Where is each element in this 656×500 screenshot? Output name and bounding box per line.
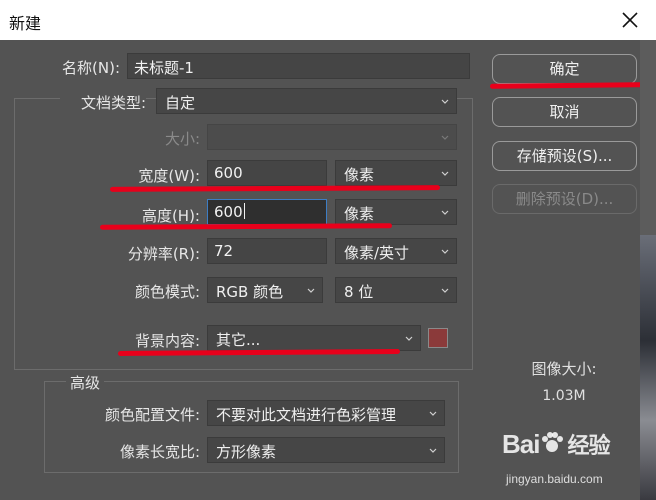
- background-photo: [640, 235, 656, 500]
- chevron-down-icon: [441, 210, 449, 215]
- chevron-down-icon: [441, 99, 449, 104]
- color-mode-value: RGB 颜色: [216, 283, 284, 301]
- advanced-title: 高级: [66, 372, 105, 393]
- title-bar: 新建: [0, 0, 656, 40]
- chevron-down-icon: [307, 288, 315, 293]
- chevron-down-icon: [441, 288, 449, 293]
- color-mode-label: 颜色模式:: [134, 283, 200, 301]
- color-profile-select[interactable]: 不要对此文档进行色彩管理: [207, 400, 445, 426]
- doc-type-label: 文档类型:: [60, 92, 146, 113]
- close-icon[interactable]: [620, 8, 640, 32]
- watermark-brand: Bai 经验: [502, 429, 610, 459]
- ok-button[interactable]: 确定: [492, 54, 637, 84]
- doc-type-select[interactable]: 自定: [156, 88, 457, 114]
- height-input[interactable]: 600: [207, 199, 327, 225]
- color-profile-label: 颜色配置文件:: [104, 406, 200, 424]
- size-label: 大小:: [164, 130, 200, 148]
- height-unit-select[interactable]: 像素: [335, 199, 457, 225]
- name-label: 名称(N):: [62, 59, 120, 77]
- pixel-aspect-label: 像素长宽比:: [119, 443, 200, 461]
- chevron-down-icon: [429, 411, 437, 416]
- name-input[interactable]: 未标题-1: [127, 53, 470, 79]
- color-profile-value: 不要对此文档进行色彩管理: [216, 406, 397, 424]
- cancel-button[interactable]: 取消: [492, 97, 637, 127]
- resolution-input[interactable]: 72: [207, 238, 327, 264]
- width-input[interactable]: 600: [207, 160, 327, 186]
- height-label: 高度(H):: [141, 207, 200, 225]
- background-label: 背景内容:: [134, 332, 200, 350]
- background-value: 其它...: [216, 331, 261, 349]
- height-unit-value: 像素: [344, 205, 375, 223]
- size-select: [207, 124, 457, 150]
- chevron-down-icon: [429, 448, 437, 453]
- resolution-unit-value: 像素/英寸: [344, 244, 410, 262]
- image-size-value: 1.03M: [542, 388, 586, 404]
- resolution-label: 分辨率(R):: [127, 245, 200, 263]
- chevron-down-icon: [405, 336, 413, 341]
- color-mode-select[interactable]: RGB 颜色: [207, 277, 323, 303]
- chevron-down-icon: [441, 249, 449, 254]
- pixel-aspect-value: 方形像素: [216, 443, 277, 461]
- watermark-url: jingyan.baidu.com: [506, 472, 603, 486]
- baidu-watermark: Bai 经验 jingyan.baidu.com: [498, 422, 638, 494]
- delete-preset-button: 删除预设(D)...: [492, 184, 637, 214]
- width-unit-select[interactable]: 像素: [335, 160, 457, 186]
- pixel-aspect-select[interactable]: 方形像素: [207, 437, 445, 463]
- chevron-down-icon: [441, 135, 449, 140]
- bit-depth-select[interactable]: 8 位: [335, 277, 457, 303]
- background-color-swatch[interactable]: [428, 328, 448, 348]
- window-title: 新建: [9, 14, 42, 33]
- save-preset-button[interactable]: 存储预设(S)...: [492, 141, 637, 171]
- bit-depth-value: 8 位: [344, 283, 374, 301]
- text-cursor: [243, 203, 245, 219]
- chevron-down-icon: [441, 171, 449, 176]
- width-unit-value: 像素: [344, 166, 375, 184]
- doc-type-value: 自定: [165, 94, 196, 112]
- image-size-label: 图像大小:: [531, 360, 597, 378]
- width-label: 宽度(W):: [138, 167, 200, 185]
- resolution-unit-select[interactable]: 像素/英寸: [335, 238, 457, 264]
- background-select[interactable]: 其它...: [207, 325, 421, 351]
- paw-icon: [542, 432, 564, 452]
- background-photo-strip: [640, 40, 656, 500]
- height-value: 600: [214, 203, 243, 221]
